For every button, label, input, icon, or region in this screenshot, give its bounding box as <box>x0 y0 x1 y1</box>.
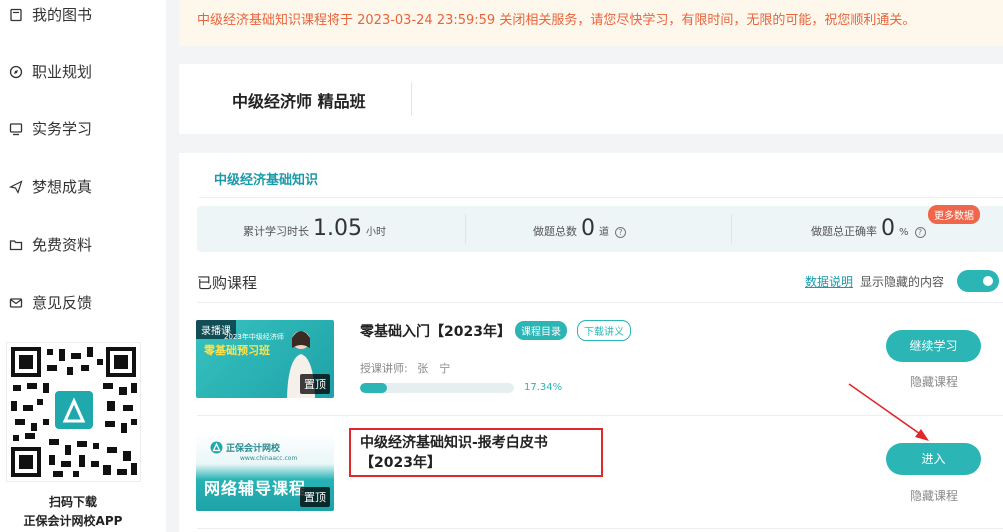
logo-icon <box>210 441 223 454</box>
stat-unit: 小时 <box>365 227 386 238</box>
sidebar-item-free-materials[interactable]: 免费资料 <box>8 234 92 255</box>
continue-learning-button[interactable]: 继续学习 <box>886 330 981 362</box>
thumb-url: www.chinaacc.com <box>240 455 298 462</box>
stat-label: 做题总数 <box>533 225 577 238</box>
thumb-title: 零基础预习班 <box>204 344 270 357</box>
folder-icon <box>8 237 24 253</box>
teacher-label: 授课讲师: <box>360 362 408 375</box>
help-icon[interactable]: ? <box>914 227 926 238</box>
more-data-badge[interactable]: 更多数据 <box>928 205 980 224</box>
hide-course-link[interactable]: 隐藏课程 <box>910 487 958 504</box>
mail-icon <box>8 295 24 311</box>
service-notice: 中级经济基础知识课程将于 2023-03-24 23:59:59 关闭相关服务，… <box>179 0 1003 46</box>
stat-question-count: 做题总数 0 道 ? <box>533 216 626 241</box>
stat-unit: % <box>899 227 909 238</box>
thumb-title: 网络辅导课程 <box>204 479 307 498</box>
qr-caption-app: 正保会计网校APP <box>23 514 123 528</box>
sidebar-item-label: 梦想成真 <box>32 178 93 196</box>
course-header-card: 中级经济师 精品班 <box>179 64 1003 134</box>
data-explanation-link[interactable]: 数据说明 <box>805 273 853 290</box>
sidebar-item-career[interactable]: 职业规划 <box>8 61 92 82</box>
hide-course-link[interactable]: 隐藏课程 <box>910 373 958 390</box>
toggle-knob <box>980 273 996 289</box>
sidebar-item-dreams[interactable]: 梦想成真 <box>8 176 92 197</box>
show-hidden-label: 显示隐藏的内容 <box>860 275 945 289</box>
divider <box>197 302 1003 303</box>
stats-bar: 累计学习时长 1.05 小时 做题总数 0 道 ? 做题总正确率 0 % ? <box>197 206 1003 252</box>
tab-economics-basics[interactable]: 中级经济基础知识 <box>214 169 318 188</box>
divider <box>197 528 1003 529</box>
monitor-icon <box>8 121 24 137</box>
course-catalog-pill[interactable]: 课程目录 <box>515 321 567 340</box>
progress-fill <box>360 383 387 393</box>
sidebar-item-label: 职业规划 <box>32 63 93 81</box>
help-icon[interactable]: ? <box>615 227 626 238</box>
course-name[interactable]: 零基础入门【2023年】 <box>360 321 511 341</box>
divider <box>731 214 732 244</box>
teacher-info: 授课讲师: 张 宁 <box>360 360 450 376</box>
thumb-logo-text: 正保会计网校 <box>226 444 281 454</box>
thumb-subtitle: 2023年中级经济师 <box>224 333 284 341</box>
compass-icon <box>8 64 24 80</box>
course-thumbnail[interactable]: 录播课 2023年中级经济师 零基础预习班 置顶 <box>196 320 334 398</box>
stat-accuracy: 做题总正确率 0 % ? <box>811 216 926 241</box>
sidebar-item-label: 我的图书 <box>32 6 93 24</box>
stat-value: 0 <box>581 216 595 241</box>
course-title: 中级经济师 精品班 <box>232 92 366 111</box>
sidebar-item-label: 实务学习 <box>32 120 93 138</box>
pinned-badge: 置顶 <box>300 487 330 507</box>
divider <box>465 214 466 244</box>
sidebar-item-feedback[interactable]: 意见反馈 <box>8 292 92 313</box>
sidebar-item-my-books[interactable]: 我的图书 <box>8 4 92 25</box>
sidebar-item-label: 意见反馈 <box>32 294 93 312</box>
stat-label: 累计学习时长 <box>243 225 309 238</box>
sidebar: 我的图书 职业规划 实务学习 梦想成真 免费资料 意见反馈 扫码下载 正保会计网… <box>0 0 166 532</box>
sidebar-item-label: 免费资料 <box>32 236 93 254</box>
qr-caption-download: 扫码下载 <box>48 495 97 509</box>
show-hidden-toggle[interactable] <box>957 270 999 292</box>
paper-plane-icon <box>8 179 24 195</box>
qr-code <box>6 342 141 482</box>
highlight-box <box>349 428 603 477</box>
divider <box>197 415 1003 416</box>
course-thumbnail[interactable]: 正保会计网校 www.chinaacc.com 网络辅导课程 置顶 <box>196 433 334 511</box>
stat-study-time: 累计学习时长 1.05 小时 <box>243 216 386 241</box>
purchased-heading: 已购课程 <box>197 274 258 292</box>
sidebar-item-practice[interactable]: 实务学习 <box>8 118 92 139</box>
pinned-badge: 置顶 <box>300 374 330 394</box>
enter-button[interactable]: 进入 <box>886 443 981 475</box>
teacher-name: 张 宁 <box>417 362 451 375</box>
progress-bar <box>360 383 514 393</box>
stat-unit: 道 <box>599 227 609 238</box>
course-panel: 中级经济基础知识 累计学习时长 1.05 小时 做题总数 0 道 ? 做题总正确… <box>179 153 1003 532</box>
divider <box>199 197 1003 198</box>
progress-percent: 17.34% <box>524 382 563 393</box>
book-icon <box>8 7 24 23</box>
stat-value: 0 <box>881 216 895 241</box>
divider <box>411 82 412 116</box>
stat-value: 1.05 <box>313 216 362 241</box>
stat-label: 做题总正确率 <box>811 225 877 238</box>
download-handout-pill[interactable]: 下载讲义 <box>577 320 631 341</box>
